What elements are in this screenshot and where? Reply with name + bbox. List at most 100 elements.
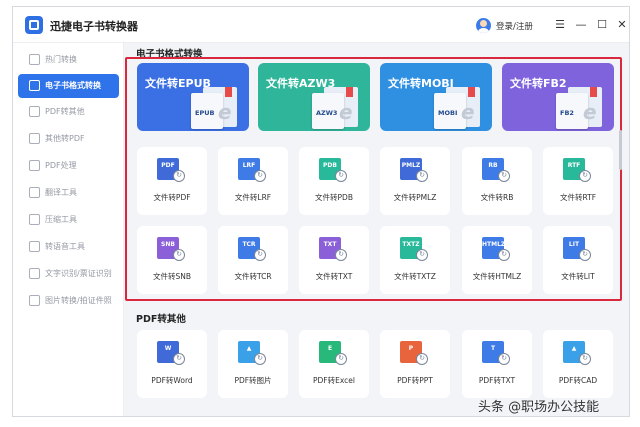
convert-arrow-icon: ↻ [416,170,428,182]
convert-card[interactable]: T ↻ PDF转TXT [462,330,532,398]
convert-card[interactable]: P ↻ PDF转PPT [380,330,450,398]
sidebar-item[interactable]: 压缩工具 [18,208,119,232]
convert-card[interactable]: W ↻ PDF转Word [137,330,207,398]
menu-icon[interactable]: ☰ [552,17,568,33]
scrollbar[interactable] [619,130,622,170]
convert-arrow-icon: ↻ [173,249,185,261]
file-format-icon: PDF ↻ [157,158,187,184]
big-convert-card[interactable]: e EPUB 文件转EPUB [137,63,249,131]
convert-arrow-icon: ↻ [579,249,591,261]
title-bar: 迅捷电子书转换器 登录/注册 ☰ — ☐ ✕ [13,7,629,43]
sidebar-item-label: 热门转换 [45,55,77,64]
card-label: PDF转Word [151,376,193,385]
convert-card[interactable]: ▲ ↻ PDF转图片 [218,330,288,398]
sidebar-item-icon [29,106,40,117]
big-card-label: 文件转FB2 [510,77,567,90]
convert-card[interactable]: TCR ↻ 文件转TCR [218,226,288,294]
card-label: 文件转TXTZ [394,272,436,281]
file-format-icon: TXT ↻ [319,237,349,263]
card-label: 文件转RTF [559,193,597,202]
sidebar-item-label: PDF转其他 [45,107,85,116]
app-logo-icon [25,16,43,34]
close-icon[interactable]: ✕ [614,17,630,33]
file-format-icon: ▲ ↻ [238,341,268,367]
format-tag: MOBI [438,109,458,117]
big-convert-card[interactable]: e MOBI 文件转MOBI [380,63,492,131]
sidebar-item-label: 翻译工具 [45,188,77,197]
convert-arrow-icon: ↻ [498,170,510,182]
convert-arrow-icon: ↻ [254,170,266,182]
minimize-icon[interactable]: — [573,17,589,33]
convert-card[interactable]: PDB ↻ 文件转PDB [299,147,369,215]
sidebar-item-icon [29,80,40,91]
sidebar-item[interactable]: 转语音工具 [18,235,119,259]
sidebar-item-label: 压缩工具 [45,215,77,224]
maximize-icon[interactable]: ☐ [594,17,610,33]
sidebar-item[interactable]: 热门转换 [18,48,119,72]
convert-card[interactable]: TXTZ ↻ 文件转TXTZ [380,226,450,294]
ebook-e-icon: e [218,100,232,124]
bookmark-icon [225,87,232,97]
sidebar-item-label: 电子书格式转换 [45,81,101,90]
file-format-icon: E ↻ [319,341,349,367]
convert-arrow-icon: ↻ [335,353,347,365]
convert-card[interactable]: PDF ↻ 文件转PDF [137,147,207,215]
sidebar-item[interactable]: 翻译工具 [18,181,119,205]
file-format-icon: T ↻ [482,341,512,367]
file-format-icon: RB ↻ [482,158,512,184]
convert-arrow-icon: ↻ [579,170,591,182]
convert-arrow-icon: ↻ [335,170,347,182]
card-label: 文件转PDF [153,193,191,202]
format-tag: FB2 [560,109,574,117]
big-card-label: 文件转MOBI [388,77,454,90]
convert-card[interactable]: PMLZ ↻ 文件转PMLZ [380,147,450,215]
sidebar-item-icon [29,295,40,306]
bookmark-icon [590,87,597,97]
file-format-icon: TCR ↻ [238,237,268,263]
convert-card[interactable]: RB ↻ 文件转RB [462,147,532,215]
big-card-label: 文件转AZW3 [266,77,336,90]
card-label: 文件转TXT [315,272,353,281]
big-convert-card[interactable]: e FB2 文件转FB2 [502,63,614,131]
convert-card[interactable]: RTF ↻ 文件转RTF [543,147,613,215]
sidebar-item[interactable]: 文字识别/票证识别 [18,262,119,286]
sidebar-item[interactable]: 图片转换/拍证件照 [18,289,119,313]
card-label: PDF转TXT [478,376,516,385]
file-format-icon: P ↻ [400,341,430,367]
sidebar-item[interactable]: 电子书格式转换 [18,74,119,98]
card-label: 文件转LRF [234,193,272,202]
card-label: 文件转PMLZ [393,193,437,202]
convert-arrow-icon: ↻ [416,353,428,365]
convert-arrow-icon: ↻ [173,170,185,182]
file-format-icon: LIT ↻ [563,237,593,263]
avatar-icon[interactable] [476,18,491,33]
sidebar-item-icon [29,268,40,279]
convert-arrow-icon: ↻ [335,249,347,261]
card-label: 文件转HTMLZ [472,272,522,281]
sidebar-item-icon [29,241,40,252]
convert-card[interactable]: ▲ ↻ PDF转CAD [543,330,613,398]
card-label: 文件转RB [480,193,514,202]
sidebar-item-label: 图片转换/拍证件照 [45,296,112,305]
sidebar-item[interactable]: PDF转其他 [18,100,119,124]
ebook-e-icon: e [339,100,353,124]
app-title: 迅捷电子书转换器 [50,20,138,33]
bookmark-icon [468,87,475,97]
sidebar-item-label: 其他转PDF [45,134,85,143]
convert-card[interactable]: LIT ↻ 文件转LIT [543,226,613,294]
convert-card[interactable]: LRF ↻ 文件转LRF [218,147,288,215]
login-register-link[interactable]: 登录/注册 [496,20,533,32]
sidebar-item[interactable]: PDF处理 [18,154,119,178]
convert-card[interactable]: HTMLZ ↻ 文件转HTMLZ [462,226,532,294]
sidebar-item-icon [29,187,40,198]
file-format-icon: SNB ↻ [157,237,187,263]
sidebar-item[interactable]: 其他转PDF [18,127,119,151]
convert-card[interactable]: E ↻ PDF转Excel [299,330,369,398]
format-tag: EPUB [195,109,215,117]
big-convert-card[interactable]: e AZW3 文件转AZW3 [258,63,370,131]
file-format-icon: TXTZ ↻ [400,237,430,263]
convert-card[interactable]: SNB ↻ 文件转SNB [137,226,207,294]
card-label: PDF转PPT [397,376,433,385]
card-label: PDF转Excel [313,376,355,385]
convert-card[interactable]: TXT ↻ 文件转TXT [299,226,369,294]
